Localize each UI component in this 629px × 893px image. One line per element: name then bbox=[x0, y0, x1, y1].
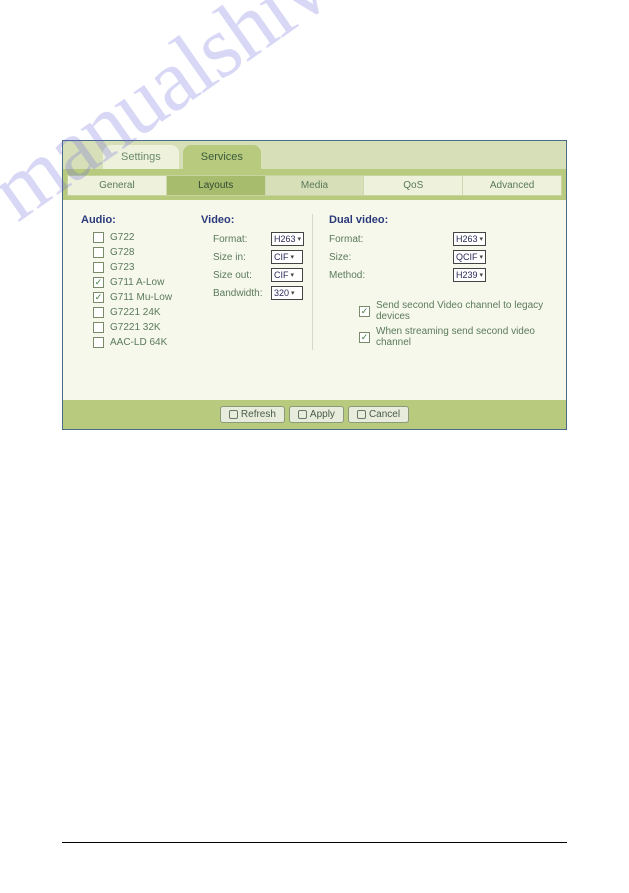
checkbox-icon[interactable] bbox=[93, 247, 104, 258]
page-footer-rule bbox=[62, 842, 567, 843]
audio-column: Audio: G722 G728 G723 G711 A-Low bbox=[73, 214, 193, 350]
dual-check-label: Send second Video channel to legacy devi… bbox=[376, 300, 548, 322]
subtab-media[interactable]: Media bbox=[266, 176, 365, 195]
refresh-icon bbox=[229, 410, 238, 419]
top-tabs: Settings Services bbox=[63, 141, 566, 169]
chevron-down-icon: ▾ bbox=[291, 271, 295, 279]
audio-item[interactable]: G7221 24K bbox=[81, 305, 185, 320]
checkbox-icon[interactable] bbox=[93, 232, 104, 243]
checkbox-icon[interactable] bbox=[93, 262, 104, 273]
dual-method-row: Method: H239▾ bbox=[329, 266, 548, 284]
video-title: Video: bbox=[201, 214, 304, 226]
audio-label: G711 A-Low bbox=[110, 277, 164, 288]
dual-format-label: Format: bbox=[329, 234, 381, 245]
checkbox-icon[interactable] bbox=[359, 306, 370, 317]
video-bandwidth-select[interactable]: 320▾ bbox=[271, 286, 303, 300]
video-sizeout-row: Size out: CIF▾ bbox=[201, 266, 304, 284]
chevron-down-icon: ▾ bbox=[480, 235, 484, 243]
subtab-qos[interactable]: QoS bbox=[364, 176, 463, 195]
dual-size-row: Size: QCIF▾ bbox=[329, 248, 548, 266]
apply-button[interactable]: Apply bbox=[289, 406, 344, 423]
tab-services[interactable]: Services bbox=[183, 145, 261, 169]
video-bandwidth-label: Bandwidth: bbox=[213, 288, 263, 299]
subtab-general[interactable]: General bbox=[68, 176, 167, 195]
audio-label: AAC-LD 64K bbox=[110, 337, 167, 348]
dual-format-row: Format: H263▾ bbox=[329, 230, 548, 248]
video-sizeout-select[interactable]: CIF▾ bbox=[271, 268, 303, 282]
chevron-down-icon: ▾ bbox=[291, 253, 295, 261]
audio-item[interactable]: G711 A-Low bbox=[81, 275, 185, 290]
audio-label: G722 bbox=[110, 232, 134, 243]
video-sizein-row: Size in: CIF▾ bbox=[201, 248, 304, 266]
settings-panel: Settings Services General Layouts Media … bbox=[62, 140, 567, 430]
checkbox-icon[interactable] bbox=[93, 277, 104, 288]
checkbox-icon[interactable] bbox=[359, 332, 370, 343]
video-bandwidth-row: Bandwidth: 320▾ bbox=[201, 284, 304, 302]
checkbox-icon[interactable] bbox=[93, 307, 104, 318]
chevron-down-icon: ▾ bbox=[480, 271, 484, 279]
audio-item[interactable]: AAC-LD 64K bbox=[81, 335, 185, 350]
dual-format-select[interactable]: H263▾ bbox=[453, 232, 486, 246]
chevron-down-icon: ▾ bbox=[480, 253, 484, 261]
dual-check-streaming[interactable]: When streaming send second video channel bbox=[359, 324, 548, 350]
video-sizein-label: Size in: bbox=[213, 252, 263, 263]
tab-settings[interactable]: Settings bbox=[103, 145, 179, 169]
dual-method-select[interactable]: H239▾ bbox=[453, 268, 486, 282]
subtabs: General Layouts Media QoS Advanced bbox=[67, 175, 562, 196]
cancel-button[interactable]: Cancel bbox=[348, 406, 409, 423]
checkbox-icon[interactable] bbox=[93, 292, 104, 303]
apply-icon bbox=[298, 410, 307, 419]
video-column: Video: Format: H263▾ Size in: CIF▾ Size … bbox=[193, 214, 313, 350]
audio-label: G728 bbox=[110, 247, 134, 258]
audio-label: G711 Mu-Low bbox=[110, 292, 172, 303]
dual-video-column: Dual video: Format: H263▾ Size: QCIF▾ Me… bbox=[313, 214, 556, 350]
audio-label: G7221 24K bbox=[110, 307, 161, 318]
dual-size-label: Size: bbox=[329, 252, 381, 263]
audio-item[interactable]: G722 bbox=[81, 230, 185, 245]
refresh-button[interactable]: Refresh bbox=[220, 406, 285, 423]
checkbox-icon[interactable] bbox=[93, 337, 104, 348]
video-sizeout-label: Size out: bbox=[213, 270, 263, 281]
cancel-icon bbox=[357, 410, 366, 419]
audio-item[interactable]: G723 bbox=[81, 260, 185, 275]
subtab-layouts[interactable]: Layouts bbox=[167, 176, 266, 195]
chevron-down-icon: ▾ bbox=[291, 289, 295, 297]
subtab-advanced[interactable]: Advanced bbox=[463, 176, 561, 195]
audio-label: G7221 32K bbox=[110, 322, 161, 333]
checkbox-icon[interactable] bbox=[93, 322, 104, 333]
video-format-label: Format: bbox=[213, 234, 263, 245]
dual-check-legacy[interactable]: Send second Video channel to legacy devi… bbox=[359, 298, 548, 324]
chevron-down-icon: ▾ bbox=[298, 235, 302, 243]
content-area: Audio: G722 G728 G723 G711 A-Low bbox=[63, 200, 566, 400]
dual-title: Dual video: bbox=[329, 214, 548, 226]
audio-item[interactable]: G728 bbox=[81, 245, 185, 260]
footer-bar: Refresh Apply Cancel bbox=[63, 400, 566, 429]
video-format-row: Format: H263▾ bbox=[201, 230, 304, 248]
video-format-select[interactable]: H263▾ bbox=[271, 232, 304, 246]
audio-label: G723 bbox=[110, 262, 134, 273]
audio-title: Audio: bbox=[81, 214, 185, 226]
dual-checks: Send second Video channel to legacy devi… bbox=[329, 298, 548, 350]
audio-item[interactable]: G7221 32K bbox=[81, 320, 185, 335]
video-sizein-select[interactable]: CIF▾ bbox=[271, 250, 303, 264]
audio-item[interactable]: G711 Mu-Low bbox=[81, 290, 185, 305]
subtabs-bar: General Layouts Media QoS Advanced bbox=[63, 169, 566, 200]
dual-size-select[interactable]: QCIF▾ bbox=[453, 250, 486, 264]
dual-method-label: Method: bbox=[329, 270, 381, 281]
dual-check-label: When streaming send second video channel bbox=[376, 326, 548, 348]
